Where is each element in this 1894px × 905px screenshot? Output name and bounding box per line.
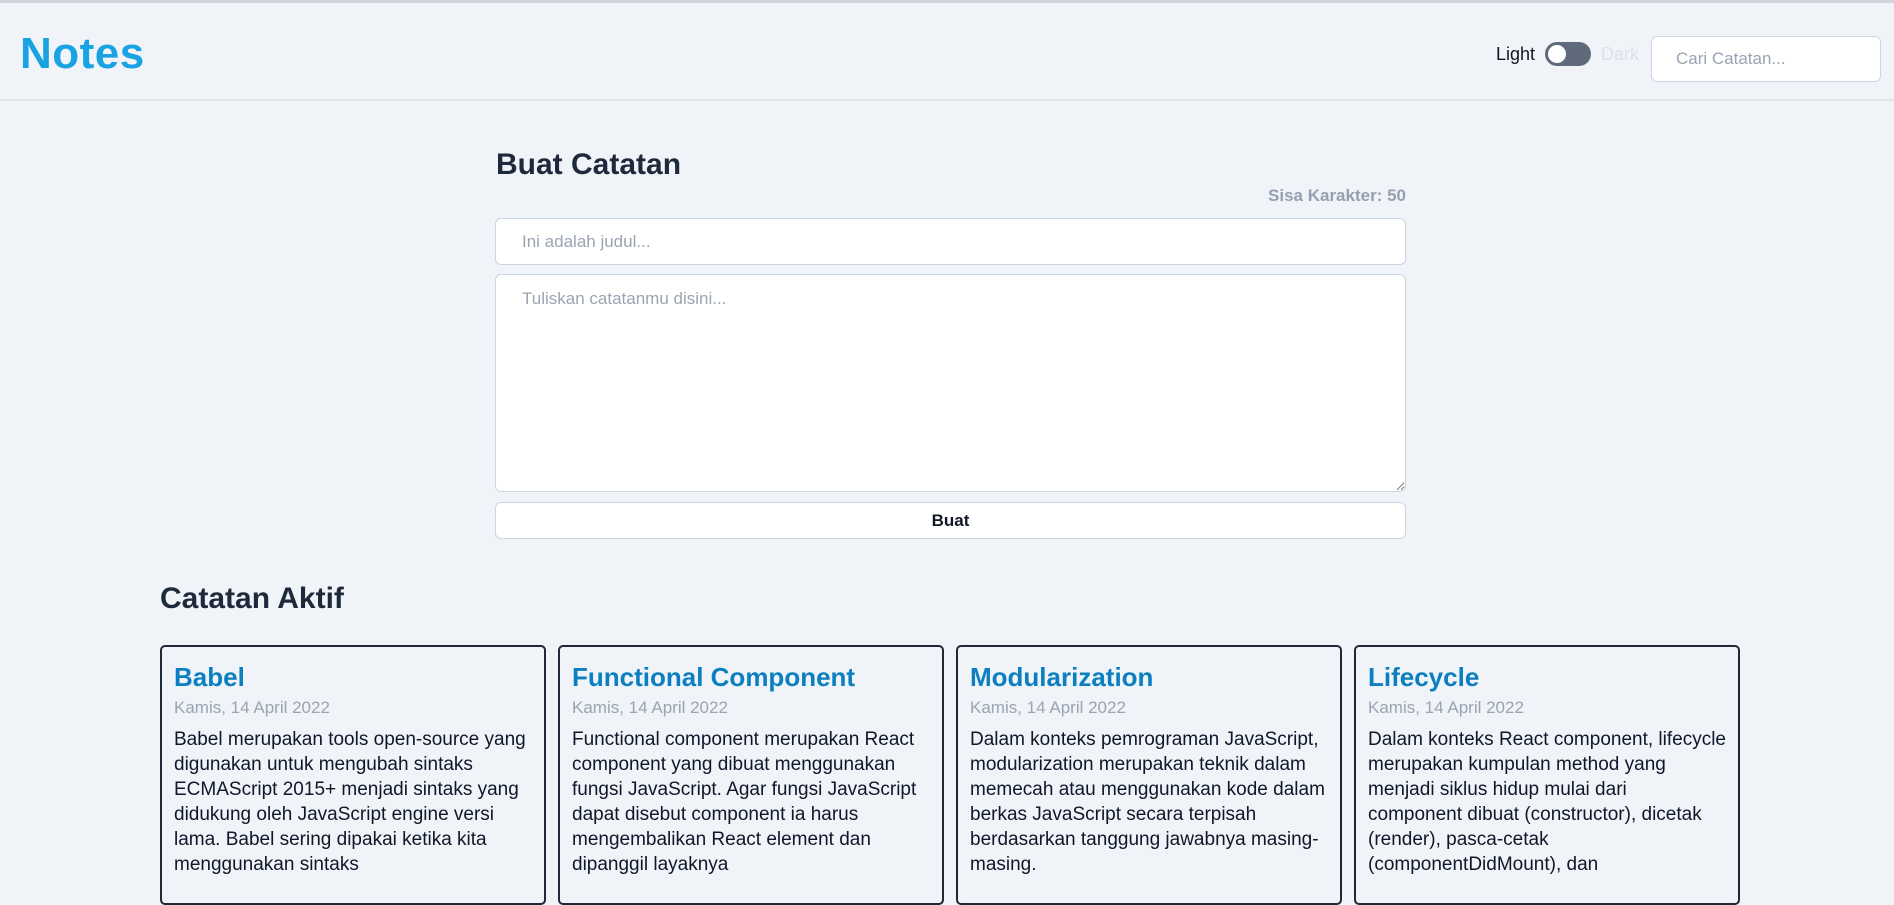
app-header: Notes Light Dark xyxy=(0,3,1894,101)
app-brand: Notes xyxy=(20,29,145,78)
note-title-input[interactable] xyxy=(495,218,1406,265)
note-body: Dalam konteks React component, lifecycle… xyxy=(1368,729,1726,875)
note-title: Modularization xyxy=(970,662,1154,692)
note-card: Modularization Kamis, 14 April 2022 Dala… xyxy=(956,645,1342,905)
note-date: Kamis, 14 April 2022 xyxy=(1368,698,1524,717)
theme-toggle: Light Dark xyxy=(1496,41,1639,67)
note-card: Functional Component Kamis, 14 April 202… xyxy=(558,645,944,905)
notes-grid: Babel Kamis, 14 April 2022 Babel merupak… xyxy=(160,645,1740,905)
theme-switch-knob xyxy=(1548,45,1567,63)
note-body: Dalam konteks pemrograman JavaScript, mo… xyxy=(970,729,1325,875)
note-body-input[interactable] xyxy=(495,274,1406,492)
search-input[interactable] xyxy=(1651,36,1881,82)
note-card: Babel Kamis, 14 April 2022 Babel merupak… xyxy=(160,645,546,905)
note-date: Kamis, 14 April 2022 xyxy=(572,698,728,717)
character-counter: Sisa Karakter: 50 xyxy=(1268,186,1406,205)
note-body: Functional component merupakan React com… xyxy=(572,729,917,875)
note-title: Functional Component xyxy=(572,662,856,692)
note-body: Babel merupakan tools open-source yang d… xyxy=(174,729,526,875)
form-title: Buat Catatan xyxy=(496,148,682,181)
note-title: Babel xyxy=(174,662,245,692)
theme-dark-label: Dark xyxy=(1601,43,1640,64)
note-title: Lifecycle xyxy=(1368,662,1480,692)
note-date: Kamis, 14 April 2022 xyxy=(970,698,1126,717)
theme-light-label: Light xyxy=(1496,43,1536,64)
note-card: Lifecycle Kamis, 14 April 2022 Dalam kon… xyxy=(1354,645,1740,905)
note-date: Kamis, 14 April 2022 xyxy=(174,698,330,717)
active-notes-title: Catatan Aktif xyxy=(160,582,344,615)
create-note-button[interactable]: Buat xyxy=(495,502,1406,539)
theme-switch[interactable] xyxy=(1545,42,1592,66)
